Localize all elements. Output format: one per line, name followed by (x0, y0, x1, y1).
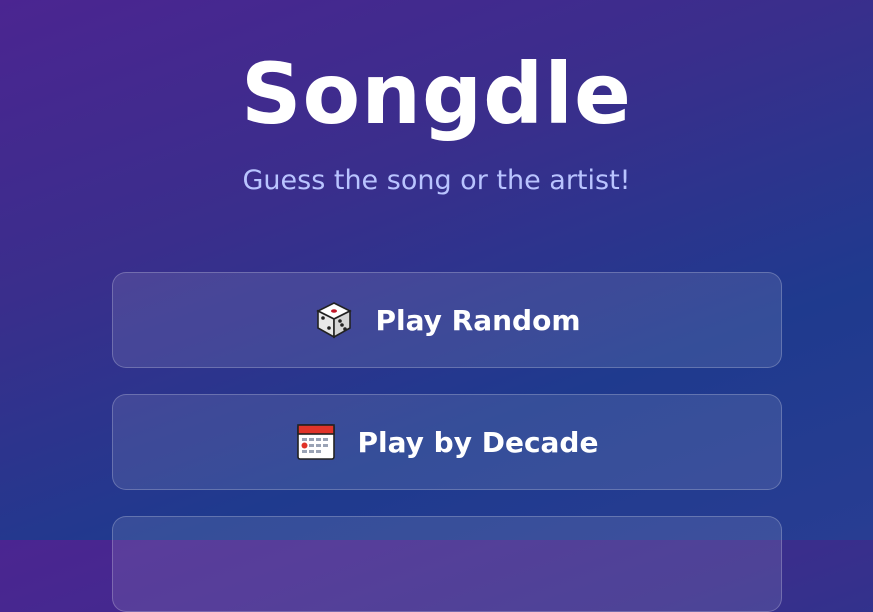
dice-icon (314, 300, 354, 340)
app-title: Songdle (240, 45, 633, 143)
play-by-decade-label: Play by Decade (357, 425, 599, 459)
play-by-decade-button[interactable]: Play by Decade (112, 394, 782, 490)
play-random-button[interactable]: Play Random (112, 272, 782, 368)
calendar-icon (296, 422, 336, 462)
play-random-label: Play Random (375, 303, 581, 337)
app-subtitle: Guess the song or the artist! (242, 165, 631, 196)
third-mode-button[interactable] (112, 516, 782, 612)
